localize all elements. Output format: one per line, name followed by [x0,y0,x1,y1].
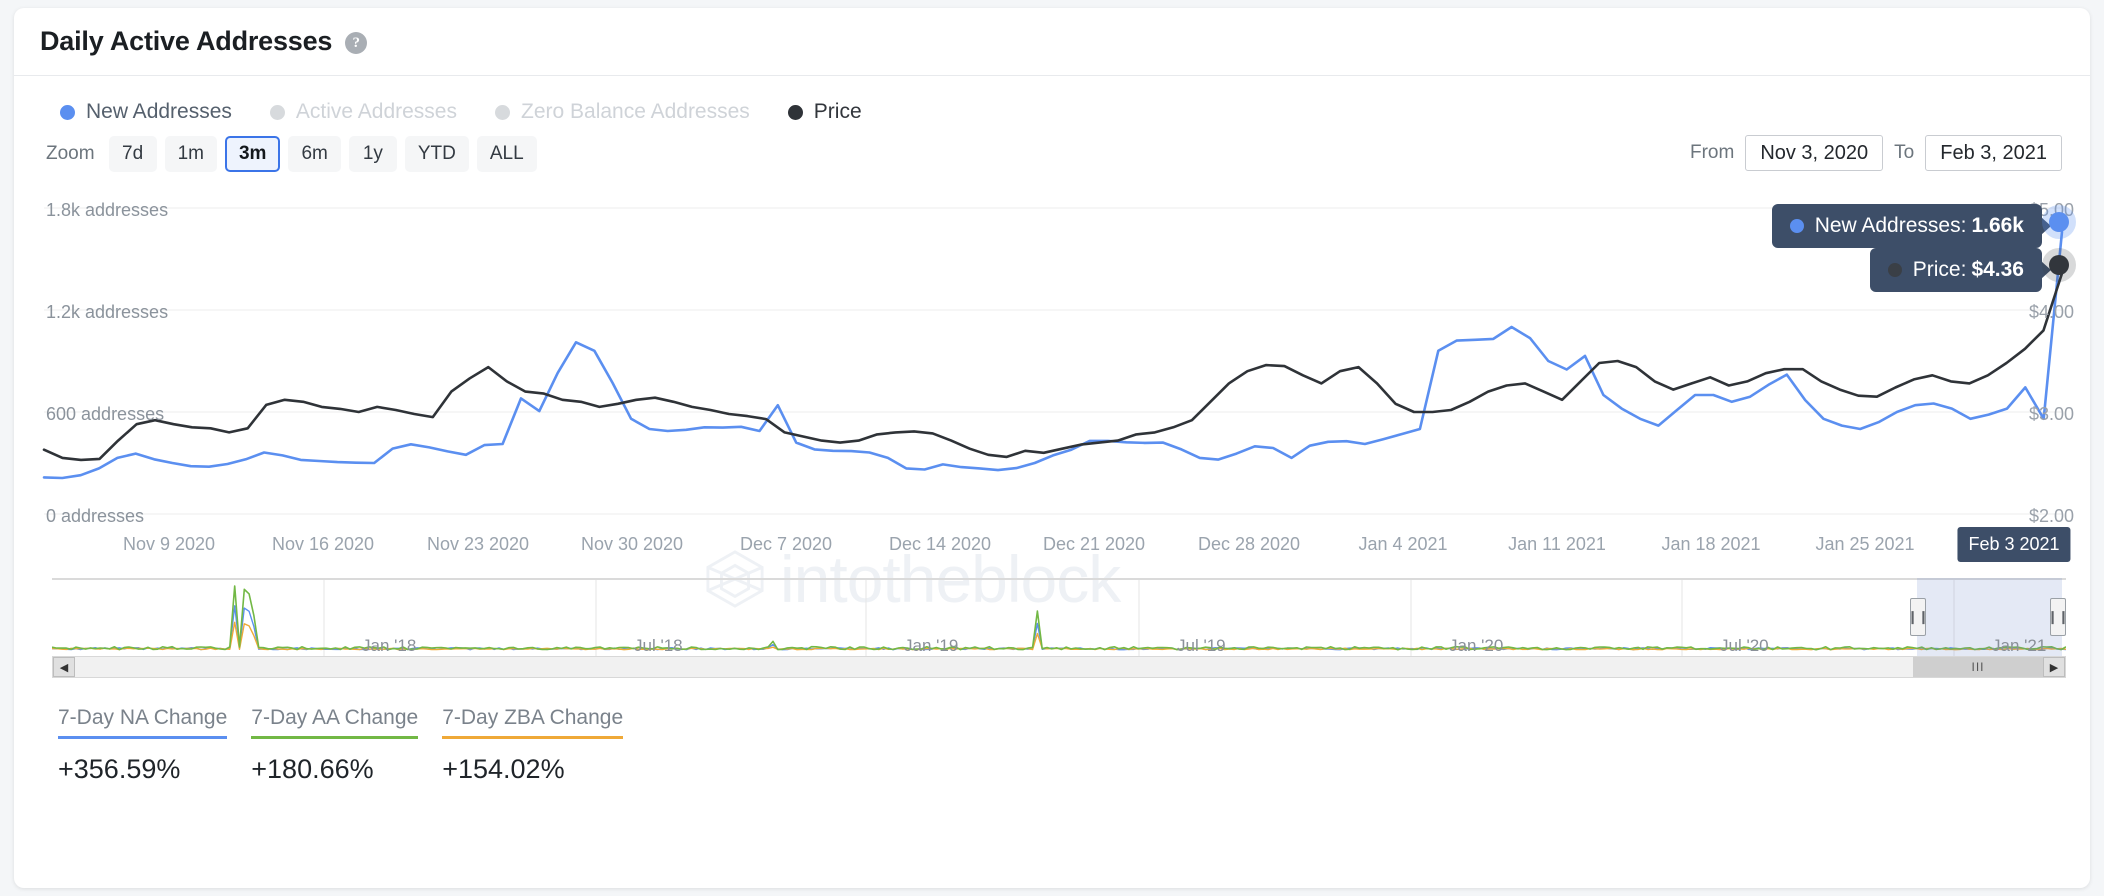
legend-item-new-addresses[interactable]: New Addresses [60,100,232,124]
chart-navigator[interactable]: Jan '18 Jul '18 Jan '19 Jul '19 Jan '20 … [52,578,2066,678]
tooltip-dot-icon [1790,219,1804,233]
chart-controls: Zoom 7d 1m 3m 6m 1y YTD ALL From Nov 3, … [14,128,2090,180]
tooltip-new-addresses: New Addresses: 1.66k [1772,204,2042,248]
x-axis-active-tick: Feb 3 2021 [1957,527,2070,562]
navigator-tick: Jan '20 [1449,636,1503,656]
legend-label: Active Addresses [296,100,457,124]
x-axis-tick: Jan 25 2021 [1815,534,1914,555]
data-marker-price[interactable] [2049,255,2069,275]
chart-legend: New Addresses Active Addresses Zero Bala… [14,76,2090,128]
y-axis-tick-600: 600 addresses [46,404,164,425]
legend-item-active-addresses[interactable]: Active Addresses [270,100,457,124]
stat-value: +154.02% [442,754,623,785]
stat-7-day-aa-change: 7-Day AA Change +180.66% [251,706,418,785]
x-axis-tick: Jan 11 2021 [1508,534,1606,555]
scrollbar-right-arrow[interactable]: ▶ [2043,657,2065,677]
navigator-left-handle[interactable]: ❙❙ [1910,598,1926,636]
tooltip-label: Price: [1913,258,1967,282]
legend-label: Price [814,100,862,124]
y2-axis-tick-4: $4.00 [2029,302,2074,323]
zoom-button-3m[interactable]: 3m [225,136,280,172]
scrollbar-left-arrow[interactable]: ◀ [53,657,75,677]
zoom-button-1m[interactable]: 1m [165,136,217,172]
navigator-scrollbar[interactable]: ◀ ▶ III [52,656,2066,678]
card-header: Daily Active Addresses ? [14,8,2090,76]
page-title: Daily Active Addresses [40,26,332,57]
zoom-button-1y[interactable]: 1y [349,136,397,172]
legend-item-zero-balance-addresses[interactable]: Zero Balance Addresses [495,100,750,124]
x-axis-tick: Dec 7 2020 [740,534,832,555]
tooltip-value: $4.36 [1971,258,2024,282]
x-axis-tick: Jan 4 2021 [1358,534,1447,555]
navigator-right-handle[interactable]: ❙❙ [2050,598,2066,636]
zoom-button-6m[interactable]: 6m [288,136,340,172]
from-label: From [1690,142,1734,164]
zoom-button-ytd[interactable]: YTD [405,136,469,172]
legend-dot-icon [60,105,75,120]
daily-active-addresses-card: Daily Active Addresses ? New Addresses A… [14,8,2090,888]
stat-7-day-zba-change: 7-Day ZBA Change +154.02% [442,706,623,785]
from-date-input[interactable]: Nov 3, 2020 [1745,135,1883,171]
stats-row: 7-Day NA Change +356.59% 7-Day AA Change… [14,678,2090,785]
stat-value: +180.66% [251,754,418,785]
y-axis-tick-1800: 1.8k addresses [46,200,168,221]
question-mark-circle-icon[interactable]: ? [345,32,367,54]
legend-label: New Addresses [86,100,232,124]
zoom-label: Zoom [46,143,95,165]
x-axis-tick: Jan 18 2021 [1661,534,1760,555]
tooltip-value: 1.66k [1971,214,2024,238]
y2-axis-tick-3: $3.00 [2029,404,2074,425]
zoom-button-7d[interactable]: 7d [109,136,157,172]
tooltip-price: Price: $4.36 [1870,248,2042,292]
x-axis-tick: Dec 28 2020 [1198,534,1300,555]
stat-value: +356.59% [58,754,227,785]
legend-dot-icon [495,105,510,120]
stat-label[interactable]: 7-Day ZBA Change [442,706,623,739]
tooltip-dot-icon [1888,263,1902,277]
date-range-controls: From Nov 3, 2020 To Feb 3, 2021 [1679,135,2062,171]
chart-plot-area[interactable]: intotheblock 1.8k addresses 1.2k address… [14,186,2090,576]
y-axis-tick-1200: 1.2k addresses [46,302,168,323]
scrollbar-thumb[interactable]: III [1913,657,2043,677]
x-axis-tick: Nov 23 2020 [427,534,529,555]
navigator-tick: Jul '18 [634,636,683,656]
x-axis-tick: Nov 16 2020 [272,534,374,555]
legend-dot-icon [788,105,803,120]
navigator-tick: Jul '20 [1720,636,1769,656]
y2-axis-tick-2: $2.00 [2029,506,2074,527]
tooltip-label: New Addresses: [1815,214,1967,238]
stat-label[interactable]: 7-Day NA Change [58,706,227,739]
to-date-input[interactable]: Feb 3, 2021 [1925,135,2062,171]
stat-7-day-na-change: 7-Day NA Change +356.59% [58,706,227,785]
navigator-tick: Jul '19 [1177,636,1226,656]
navigator-tick: Jan '19 [904,636,958,656]
y-axis-tick-0: 0 addresses [46,506,144,527]
zoom-button-all[interactable]: ALL [477,136,537,172]
data-marker-new-addresses[interactable] [2049,212,2069,232]
x-axis-tick: Dec 21 2020 [1043,534,1145,555]
x-axis-tick: Nov 30 2020 [581,534,683,555]
navigator-tick: Jan '18 [362,636,416,656]
legend-label: Zero Balance Addresses [521,100,750,124]
legend-item-price[interactable]: Price [788,100,862,124]
legend-dot-icon [270,105,285,120]
stat-label[interactable]: 7-Day AA Change [251,706,418,739]
x-axis-tick: Nov 9 2020 [123,534,215,555]
x-axis-tick: Dec 14 2020 [889,534,991,555]
navigator-tick: Jan '21 [1992,636,2046,656]
to-label: To [1894,142,1914,164]
